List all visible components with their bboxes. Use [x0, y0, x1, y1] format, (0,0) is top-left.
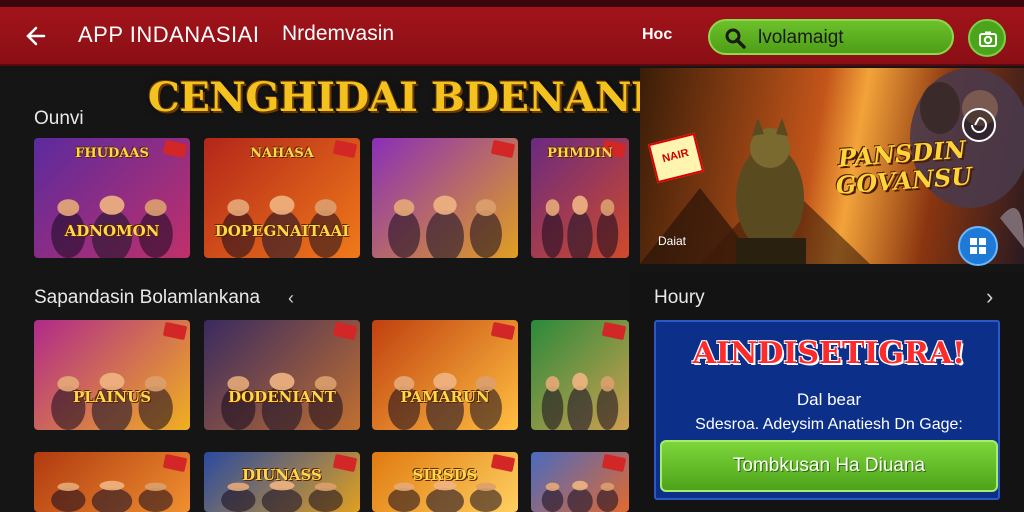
new-badge	[162, 453, 188, 473]
chevron-right-icon[interactable]: ›	[986, 284, 993, 310]
back-arrow-icon[interactable]	[20, 22, 48, 50]
tile-characters	[34, 476, 190, 512]
tile-title: DODENIANT	[228, 388, 336, 406]
search-icon	[724, 27, 746, 49]
tile-title: DIUNASS	[242, 466, 322, 484]
promo-subtitle: Dal bear	[796, 390, 862, 409]
game-tile[interactable]	[531, 452, 629, 512]
feature-caption: Daiat	[658, 234, 687, 248]
nav-link-subtitle[interactable]: Nrdemvasin	[282, 22, 394, 46]
tile-characters	[531, 186, 629, 258]
feature-title: PANSDIN GOVANSU	[834, 134, 974, 200]
tile-title: DOPEGNAITAAI	[214, 222, 350, 240]
app-title: APP INDANASIAI	[78, 22, 260, 47]
app-screen: APP INDANASIAI Nrdemvasin Hoc CENGHIDAI …	[0, 0, 1024, 512]
tile-characters	[531, 364, 629, 430]
promo-text: Sdesroa. Adeysim Anatiesh Dn Gage:	[695, 416, 963, 433]
chevron-left-icon[interactable]: ‹	[288, 288, 294, 309]
section-title-recommended: Sapandasin Bolamlankana	[34, 287, 261, 308]
search-box[interactable]	[708, 19, 954, 55]
game-tile[interactable]	[531, 320, 629, 430]
new-badge	[162, 321, 188, 341]
game-tile[interactable]: DODENIANT	[204, 320, 360, 430]
refresh-icon[interactable]	[962, 108, 996, 142]
game-tile[interactable]	[34, 452, 190, 512]
new-badge	[490, 321, 516, 341]
new-badge	[601, 453, 627, 473]
tile-title: PLAINUS	[72, 388, 152, 406]
tile-top-label: FHUDAAS	[75, 146, 149, 161]
nav-link-hoc[interactable]: Hoc	[642, 26, 672, 44]
profile-button[interactable]	[968, 19, 1006, 57]
grid-icon	[970, 238, 986, 254]
section-title-popular: Ounvi	[34, 108, 84, 129]
game-tile[interactable]: SIRSDS	[372, 452, 518, 512]
game-tile[interactable]: PHMDIN	[531, 138, 629, 258]
section-title-hourly: Houry	[654, 287, 705, 308]
grid-menu-button[interactable]	[958, 226, 998, 266]
promo-title: AINDISETIGRA!	[692, 336, 966, 371]
tile-title: ADNOMON	[64, 222, 160, 240]
game-tile[interactable]: DIUNASS	[204, 452, 360, 512]
tile-title: SIRSDS	[412, 466, 478, 484]
status-strip	[0, 0, 1024, 7]
game-tile[interactable]: NAHASA DOPEGNAITAAI	[204, 138, 360, 258]
tile-top-label: NAHASA	[250, 146, 314, 161]
tile-top-label: PHMDIN	[547, 146, 613, 161]
new-badge	[490, 139, 516, 159]
game-tile[interactable]	[372, 138, 518, 258]
game-tile[interactable]: PLAINUS	[34, 320, 190, 430]
game-tile[interactable]: FHUDAAS ADNOMON	[34, 138, 190, 258]
new-badge	[332, 321, 358, 341]
promo-cta-button[interactable]: Tombkusan Ha Diuana	[660, 440, 998, 492]
game-tile[interactable]: PAMARUN	[372, 320, 518, 430]
tile-characters	[372, 186, 518, 258]
tile-title: PAMARUN	[400, 388, 490, 406]
tile-characters	[531, 476, 629, 512]
new-badge	[601, 321, 627, 341]
top-bar: APP INDANASIAI Nrdemvasin Hoc	[0, 0, 1024, 66]
promo-card: AINDISETIGRA! Dal bear Sdesroa. Adeysim …	[654, 320, 1000, 500]
camera-icon	[979, 31, 997, 47]
search-input[interactable]	[758, 25, 946, 51]
